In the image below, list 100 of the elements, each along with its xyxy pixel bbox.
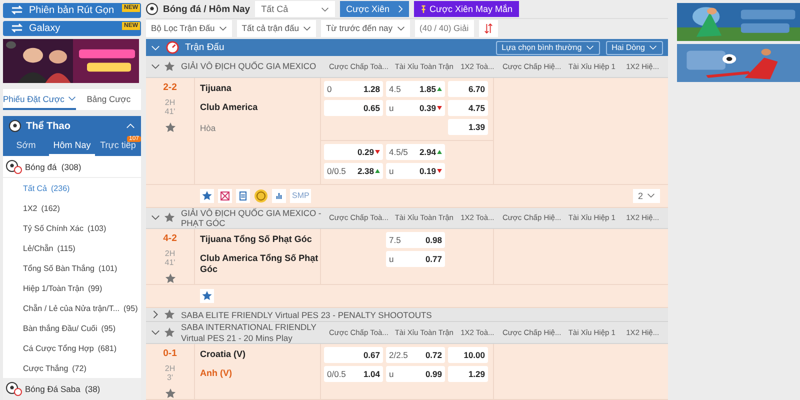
filter-dropdown[interactable]: Từ trước đến nay — [320, 20, 410, 37]
bet-type-item[interactable]: Tất Cả (236) — [3, 178, 141, 198]
sports-panel-header[interactable]: Thể Thao — [3, 116, 141, 136]
team-name: Tijuana Tổng Số Phạt Góc — [200, 233, 313, 246]
odds-cell[interactable]: 2/2.5 0.72 — [386, 347, 445, 363]
team-name: Club America — [200, 100, 259, 114]
lucky-parlay-button[interactable]: Cược Xiên May Mắn — [414, 1, 518, 18]
match-score: 0-1 — [163, 348, 177, 361]
bet-type-item[interactable]: 1X2 (162) — [3, 198, 141, 218]
star-icon[interactable] — [164, 309, 175, 320]
odds-cell[interactable]: 0.67 — [324, 347, 383, 363]
league-name: SABA INTERNATIONAL FRIENDLY Virtual PES 21 - 20 Mins Play — [180, 322, 318, 343]
odds-cell[interactable]: 0.29 — [324, 144, 383, 160]
star-icon[interactable] — [164, 273, 176, 284]
match-period: 2H — [164, 364, 176, 373]
odds-cell[interactable]: u 0.77 — [386, 251, 445, 268]
star-icon[interactable] — [164, 212, 175, 224]
odds-cell[interactable]: 0/0.5 2.38 — [324, 162, 383, 178]
sport-item[interactable]: Bóng đá (308) — [3, 156, 141, 178]
star-icon[interactable] — [164, 327, 175, 338]
page-title: Bóng đá / Hôm Nay — [163, 4, 250, 15]
coin-icon[interactable] — [254, 188, 268, 202]
chevron-down-icon — [647, 193, 655, 198]
star-icon[interactable] — [200, 188, 214, 202]
filter-dropdown[interactable]: Bộ Lọc Trận Đấu — [146, 20, 232, 37]
bet-type-item[interactable]: Hiệp 1/Toàn Trận (99) — [3, 278, 141, 298]
swap-icon — [11, 5, 23, 16]
sort-button[interactable] — [478, 20, 498, 37]
bet-type-item[interactable]: Tổng Số Bàn Thắng (101) — [3, 258, 141, 278]
sports-title: Thể Thao — [26, 120, 72, 132]
odds-cell[interactable]: 4.5/5 2.94 — [386, 144, 445, 160]
league-name: GIẢI VÔ ĐỊCH QUỐC GIA MEXICO — [180, 61, 318, 72]
odds-cell[interactable]: 7.5 0.98 — [386, 232, 445, 248]
parlay-button[interactable]: Cược Xiên — [340, 1, 409, 18]
bet-slip-tab[interactable]: Phiếu Đặt Cược — [3, 89, 76, 110]
odds-cell[interactable]: 6.70 — [448, 80, 488, 96]
day-tab[interactable]: Sớm — [3, 136, 49, 156]
team-name: Croatia (V) — [200, 348, 247, 361]
swap-icon — [11, 23, 23, 34]
odds-cell[interactable]: u 0.39 — [386, 100, 445, 116]
match-minute: 3' — [167, 373, 173, 382]
stopwatch-icon — [166, 41, 179, 54]
day-tab[interactable]: Hôm Nay — [49, 136, 95, 156]
filter-dropdown[interactable]: Tất cả trận đấu — [236, 20, 316, 37]
sport-item[interactable]: Bóng Đá Saba (38) — [3, 378, 141, 400]
bet-type-item[interactable]: Lẻ/Chẵn (115) — [3, 238, 141, 258]
star-icon[interactable] — [164, 388, 176, 399]
bet-slip-tab[interactable]: Bảng Cược — [76, 89, 141, 110]
bet-type-item[interactable]: Cược Thắng (72) — [3, 358, 141, 378]
market-select[interactable]: Tất Cả — [255, 1, 336, 18]
odds-cell[interactable]: 4.5 1.85 — [386, 80, 445, 96]
league-count-button[interactable]: (40 / 40) Giải — [414, 20, 474, 37]
star-icon[interactable] — [164, 60, 175, 72]
soccer-ball-icon — [6, 160, 22, 174]
league-name: GIẢI VÔ ĐỊCH QUỐC GIA MEXICO - PHẠT GÓC — [180, 208, 322, 228]
page-select[interactable]: 2 — [632, 188, 660, 202]
team-name: Tijuana — [200, 82, 232, 95]
soccer-ball-icon — [146, 3, 158, 16]
draw-label: Hòa — [200, 122, 217, 132]
match-score: 2-2 — [163, 82, 177, 94]
team-name: Anh (V) — [200, 367, 233, 380]
chevron-down-icon — [68, 96, 76, 102]
match-minute: 41' — [164, 106, 176, 116]
chevron-down-icon — [321, 6, 330, 12]
star-icon[interactable] — [200, 289, 214, 304]
bet-type-item[interactable]: Bàn thắng Đầu/ Cuối (95) — [3, 318, 141, 338]
match-score: 4-2 — [163, 233, 177, 246]
odds-cell[interactable]: 1.39 — [448, 118, 488, 134]
chevron-right-icon — [398, 5, 403, 14]
league-header[interactable]: SABA ELITE FRIENDLY Virtual PES 23 - PENALTY SHOOTOUTS — [146, 308, 668, 322]
chevron-down-icon — [396, 26, 405, 31]
bet-type-item[interactable]: Chẵn / Lẻ của Nửa trận/T... (95) — [3, 298, 141, 318]
odds-cell[interactable]: 4.75 — [448, 100, 488, 116]
star-icon[interactable] — [164, 122, 176, 132]
odds-cell[interactable]: 0/0.5 1.04 — [324, 366, 383, 382]
chevron-down-icon — [586, 45, 594, 50]
chevron-down-icon — [218, 26, 227, 31]
odds-cell[interactable]: u 0.99 — [386, 366, 445, 382]
bet-type-item[interactable]: Cá Cược Tổng Hợp (681) — [3, 338, 141, 358]
list-icon[interactable] — [236, 188, 250, 202]
bet-type-item[interactable]: Tỷ Số Chính Xác (103) — [3, 218, 141, 238]
chevron-down-icon — [649, 45, 657, 50]
odds-type-dropdown[interactable]: Lựa chọn bình thường — [496, 40, 600, 55]
odds-cell[interactable]: 1.29 — [448, 366, 488, 382]
match-period: 2H — [164, 249, 176, 258]
display-mode-dropdown[interactable]: Hai Dòng — [606, 40, 663, 55]
odds-cell[interactable]: 10.00 — [448, 347, 488, 363]
league-name: SABA ELITE FRIENDLY Virtual PES 23 - PENALTY SHOOTOUTS — [180, 310, 432, 320]
odds-cell[interactable]: 0 1.28 — [324, 80, 383, 96]
team-name: Club America Tổng Số Phạt Góc — [200, 252, 320, 276]
sort-icon — [484, 22, 493, 34]
soccer-ball-icon — [6, 382, 22, 396]
match-minute: 41' — [164, 258, 176, 268]
bar-chart-icon[interactable] — [272, 188, 286, 202]
caret-icon[interactable] — [151, 44, 160, 51]
soccer-ball-icon — [9, 120, 21, 132]
odds-cell[interactable]: 0.65 — [324, 100, 383, 116]
lucky-icon — [420, 4, 427, 14]
scoreboard-icon[interactable] — [218, 188, 232, 202]
odds-cell[interactable]: u 0.19 — [386, 162, 445, 178]
